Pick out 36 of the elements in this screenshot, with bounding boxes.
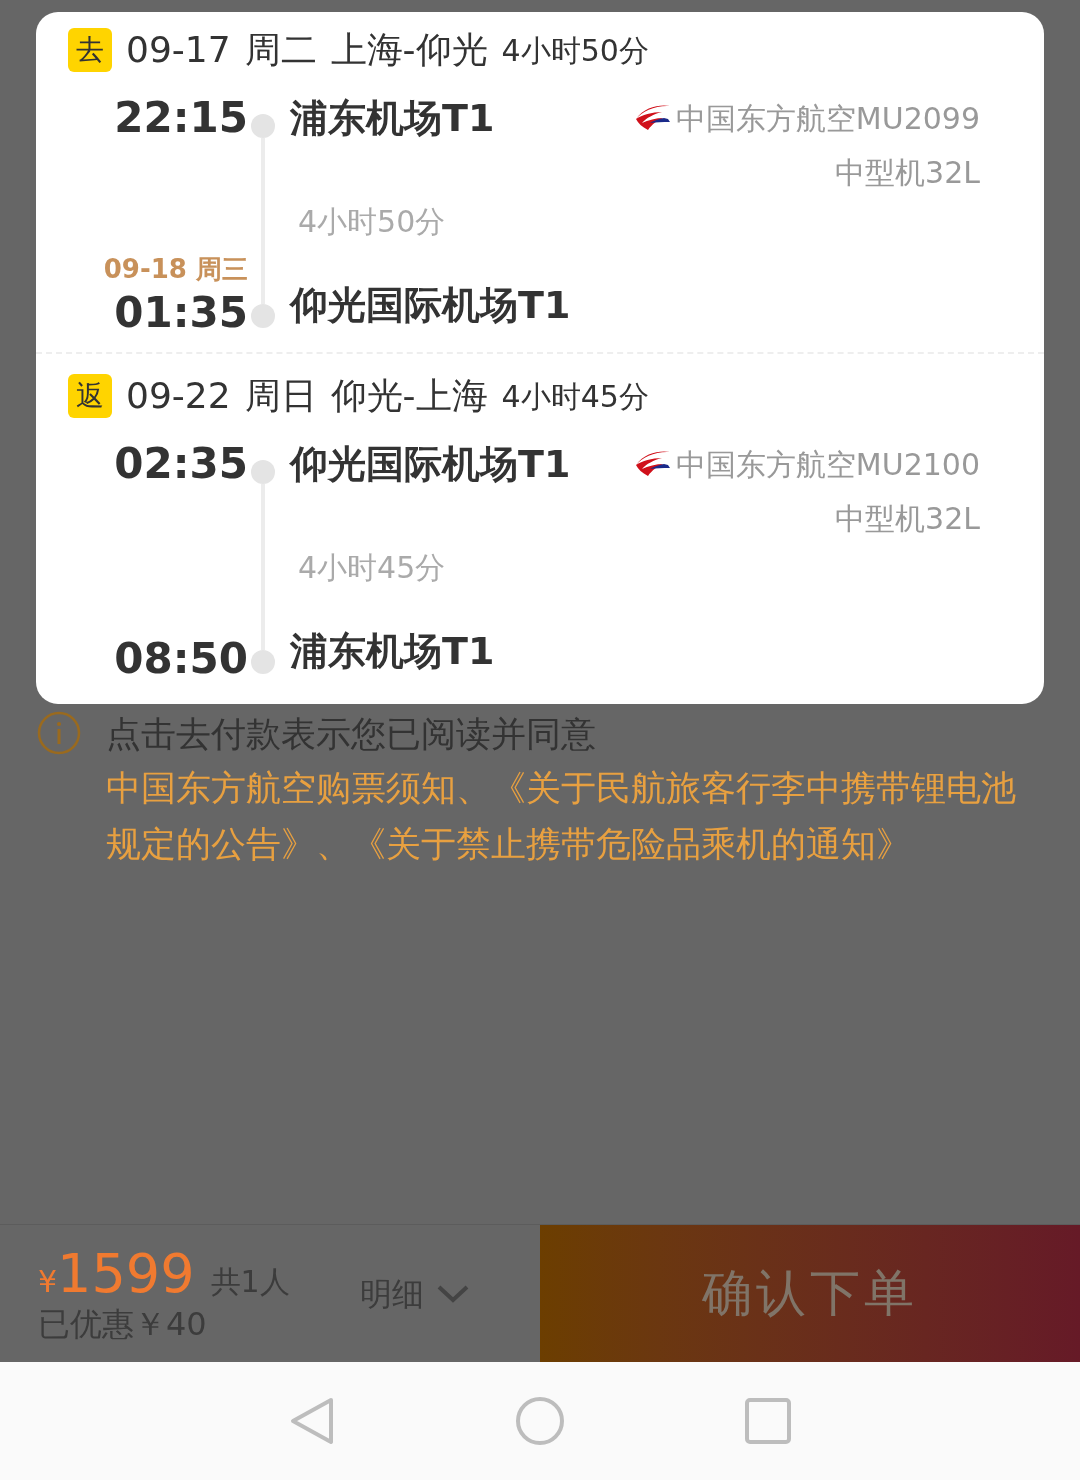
trip-duration: 4小时45分 bbox=[501, 377, 649, 416]
trip-route: 仰光-上海 bbox=[330, 374, 488, 418]
recents-icon[interactable] bbox=[745, 1398, 791, 1444]
arrival-airport: 浦东机场T1 bbox=[290, 628, 496, 675]
flight-duration: 4小时50分 bbox=[298, 203, 447, 241]
trip-weekday: 周二 bbox=[244, 28, 317, 72]
policy-links[interactable]: 中国东方航空购票须知、《关于民航旅客行李中携带锂电池规定的公告》、《关于禁止携带危险品乘机的通知》 bbox=[106, 760, 1050, 872]
back-icon[interactable] bbox=[289, 1396, 335, 1446]
home-icon[interactable] bbox=[515, 1396, 565, 1446]
currency-symbol: ¥ bbox=[38, 1262, 58, 1301]
trip-badge: 返 bbox=[68, 374, 112, 418]
departure-airport: 仰光国际机场T1 bbox=[290, 440, 571, 488]
trip-date: 09-22 bbox=[126, 374, 231, 418]
chevron-down-icon bbox=[435, 1283, 470, 1304]
arrival-time: 08:50 bbox=[114, 633, 248, 685]
arrival-date: 09-18 周三 bbox=[103, 253, 248, 286]
total-price: 1599 bbox=[57, 1243, 195, 1304]
trip-badge: 去 bbox=[68, 28, 112, 72]
aircraft-type: 中型机32L bbox=[835, 500, 980, 538]
arrival-airport: 仰光国际机场T1 bbox=[290, 282, 572, 329]
flight-duration: 4小时45分 bbox=[298, 549, 447, 587]
departure-time: 02:35 bbox=[114, 438, 248, 490]
trip-duration: 4小时50分 bbox=[501, 31, 649, 70]
airline-logo-icon bbox=[633, 103, 672, 133]
arrival-time: 01:35 bbox=[114, 287, 248, 339]
confirm-order-button[interactable]: 确认下单 bbox=[540, 1225, 1080, 1362]
aircraft-type: 中型机32L bbox=[835, 154, 980, 192]
info-icon bbox=[36, 710, 82, 756]
trip-weekday: 周日 bbox=[244, 374, 317, 418]
trip-route: 上海-仰光 bbox=[330, 28, 488, 72]
departure-airport: 浦东机场T1 bbox=[290, 94, 495, 142]
departure-time: 22:15 bbox=[114, 92, 248, 144]
airline-flight: 中国东方航空MU2100 bbox=[675, 445, 980, 484]
trip-date: 09-17 bbox=[126, 28, 231, 72]
airline-logo-icon bbox=[633, 449, 672, 479]
airline-flight: 中国东方航空MU2099 bbox=[675, 99, 980, 138]
